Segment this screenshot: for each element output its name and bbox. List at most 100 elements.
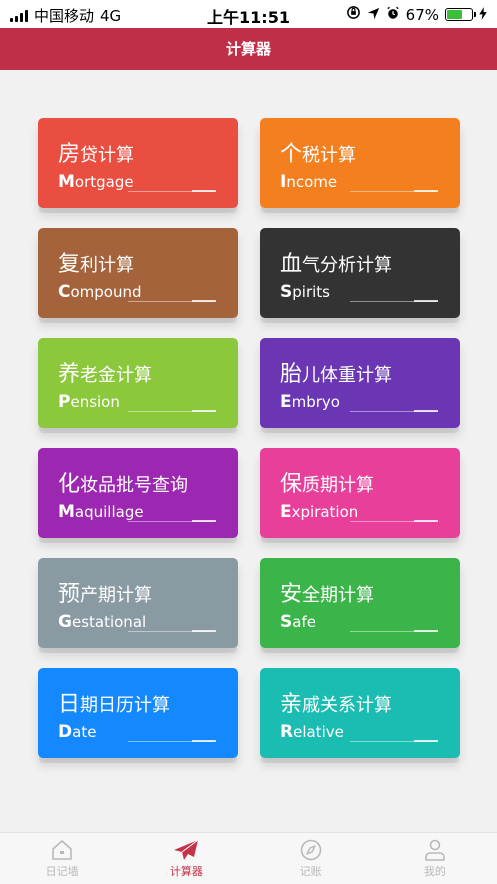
card-subtitle: Income — [280, 172, 337, 192]
card-income-tax[interactable]: 个税计算 Income — [260, 118, 460, 208]
card-title: 胎儿体重计算 — [280, 356, 392, 388]
card-subtitle-rest: ortgage — [74, 173, 134, 191]
card-underline-accent — [414, 630, 438, 632]
card-subtitle-rest: afe — [292, 613, 316, 631]
card-title: 保质期计算 — [280, 466, 374, 498]
paper-plane-icon — [174, 839, 199, 860]
card-title-rest: 气分析计算 — [302, 255, 393, 276]
card-title-rest: 产期计算 — [80, 585, 153, 606]
card-underline-accent — [192, 740, 216, 742]
card-subtitle-first: R — [280, 722, 294, 742]
card-underline-accent — [414, 520, 438, 522]
card-title-first: 安 — [280, 582, 303, 607]
card-mortgage[interactable]: 房贷计算 Mortgage — [38, 118, 238, 208]
card-title-first: 亲 — [280, 692, 303, 717]
card-title-first: 预 — [58, 582, 81, 607]
card-due-date[interactable]: 预产期计算 Gestational — [38, 558, 238, 648]
home-icon — [52, 840, 72, 860]
page-title: 计算器 — [225, 40, 271, 58]
user-icon — [425, 839, 445, 861]
card-subtitle-rest: ate — [72, 723, 97, 741]
card-subtitle-first: D — [58, 722, 73, 742]
card-title: 安全期计算 — [280, 576, 374, 608]
card-subtitle-rest: pirits — [292, 283, 330, 301]
tab-diary-wall[interactable]: 日记墙 — [0, 833, 124, 884]
tab-label: 记账 — [299, 865, 322, 878]
card-subtitle: Safe — [280, 612, 316, 632]
card-relative[interactable]: 亲戚关系计算 Relative — [260, 668, 460, 758]
card-title-first: 房 — [58, 142, 81, 167]
card-title: 血气分析计算 — [280, 246, 392, 278]
card-underline-accent — [414, 410, 438, 412]
card-title-first: 复 — [58, 252, 81, 277]
card-title-rest: 期日历计算 — [80, 695, 171, 716]
card-title-first: 日 — [58, 692, 81, 717]
card-title-first: 血 — [280, 252, 303, 277]
card-underline-accent — [414, 300, 438, 302]
card-pension[interactable]: 养老金计算 Pension — [38, 338, 238, 428]
card-subtitle-first: M — [58, 172, 75, 192]
tab-label: 计算器 — [169, 865, 203, 878]
card-title: 预产期计算 — [58, 576, 152, 608]
card-subtitle: Pension — [58, 392, 120, 412]
card-subtitle: Maquillage — [58, 502, 144, 522]
card-blood-gas[interactable]: 血气分析计算 Spirits — [260, 228, 460, 318]
card-underline-accent — [414, 740, 438, 742]
card-title: 个税计算 — [280, 136, 356, 168]
bottom-tab-bar: 日记墙 计算器 记账 我的 — [0, 832, 497, 884]
tab-label: 我的 — [423, 865, 446, 878]
card-title-rest: 老金计算 — [80, 365, 153, 386]
card-underline-accent — [192, 520, 216, 522]
card-title: 日期日历计算 — [58, 686, 170, 718]
card-title-first: 化 — [58, 472, 81, 497]
card-subtitle-first: P — [58, 392, 71, 412]
card-title-rest: 儿体重计算 — [302, 365, 393, 386]
card-compound-interest[interactable]: 复利计算 Compound — [38, 228, 238, 318]
card-subtitle-rest: aquillage — [74, 503, 144, 521]
card-title-rest: 质期计算 — [302, 475, 375, 496]
card-subtitle-rest: elative — [293, 723, 344, 741]
status-bar: 中国移动 4G 上午11:51 67% — [0, 0, 497, 28]
card-title-rest: 戚关系计算 — [302, 695, 393, 716]
card-title-first: 养 — [58, 362, 81, 387]
card-title-first: 个 — [280, 142, 303, 167]
card-subtitle: Spirits — [280, 282, 330, 302]
card-subtitle-first: S — [280, 612, 293, 632]
card-cosmetics-batch[interactable]: 化妆品批号查询 Maquillage — [38, 448, 238, 538]
card-title-first: 保 — [280, 472, 303, 497]
charging-icon — [479, 6, 487, 24]
card-date-calendar[interactable]: 日期日历计算 Date — [38, 668, 238, 758]
card-expiration[interactable]: 保质期计算 Expiration — [260, 448, 460, 538]
card-title: 复利计算 — [58, 246, 134, 278]
card-safe-period[interactable]: 安全期计算 Safe — [260, 558, 460, 648]
card-subtitle-first: M — [58, 502, 75, 522]
tab-calculator[interactable]: 计算器 — [124, 833, 248, 884]
battery-icon — [445, 8, 476, 21]
card-underline-accent — [192, 300, 216, 302]
card-title-rest: 利计算 — [80, 255, 135, 276]
card-title: 亲戚关系计算 — [280, 686, 392, 718]
card-title: 化妆品批号查询 — [58, 466, 188, 498]
card-underline-accent — [192, 190, 216, 192]
card-subtitle-rest: ension — [70, 393, 120, 411]
tab-mine[interactable]: 我的 — [373, 833, 497, 884]
card-fetal-weight[interactable]: 胎儿体重计算 Embryo — [260, 338, 460, 428]
alarm-icon — [386, 6, 400, 24]
tab-bookkeeping[interactable]: 记账 — [249, 833, 373, 884]
card-subtitle-rest: ompound — [70, 283, 142, 301]
card-title: 养老金计算 — [58, 356, 152, 388]
card-subtitle: Gestational — [58, 612, 146, 632]
card-subtitle-first: C — [58, 282, 71, 302]
battery-percent: 67% — [405, 5, 439, 24]
page-header: 计算器 — [0, 28, 497, 70]
card-underline-accent — [192, 410, 216, 412]
card-subtitle: Date — [58, 722, 96, 742]
card-subtitle: Relative — [280, 722, 344, 742]
card-subtitle: Mortgage — [58, 172, 134, 192]
card-subtitle: Expiration — [280, 502, 358, 522]
compass-icon — [300, 839, 321, 861]
card-subtitle-first: E — [280, 392, 292, 412]
card-title: 房贷计算 — [58, 136, 134, 168]
card-title-rest: 税计算 — [302, 145, 357, 166]
card-subtitle-rest: mbryo — [291, 393, 340, 411]
